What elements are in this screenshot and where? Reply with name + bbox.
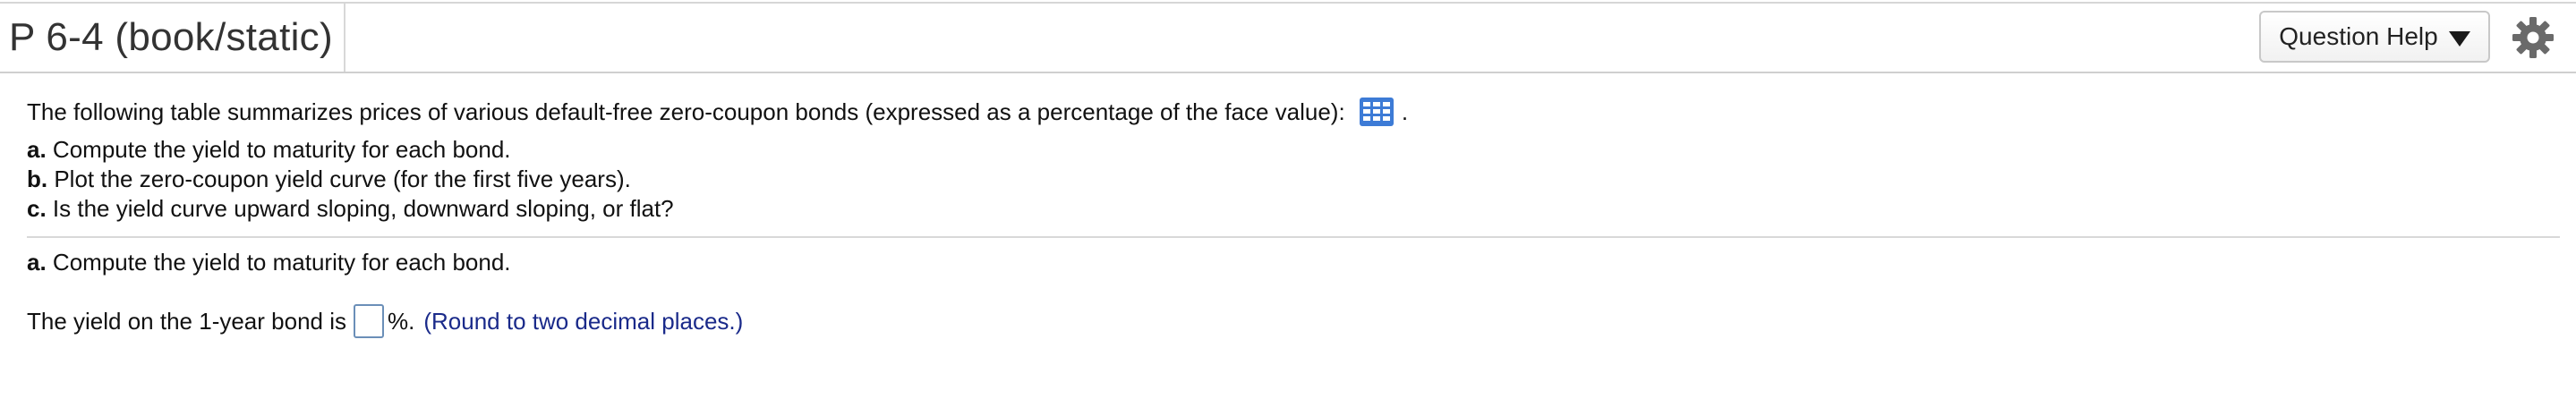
part-letter: a. [27,249,47,276]
part-text: Compute the yield to maturity for each b… [52,249,511,276]
yield-prompt-text: The yield on the 1-year bond is [27,307,346,335]
header-bar: P 6-4 (book/static) Question Help [0,4,2576,73]
question-intro-text: The following table summarizes prices of… [27,98,1345,125]
part-text: Plot the zero-coupon yield curve (for th… [54,166,631,192]
question-intro: The following table summarizes prices of… [27,98,1408,129]
section-divider [27,236,2560,238]
answer-part-heading: a. Compute the yield to maturity for eac… [27,249,511,276]
chevron-down-icon [2448,30,2470,47]
part-letter: b. [27,166,48,192]
question-help-label: Question Help [2279,22,2438,50]
question-help-button[interactable]: Question Help [2259,11,2490,63]
percent-suffix: %. [388,307,415,335]
question-part-a: a. Compute the yield to maturity for eac… [27,136,511,164]
page-title: P 6-4 (book/static) [9,15,333,59]
question-part-b: b. Plot the zero-coupon yield curve (for… [27,166,631,193]
yield-prompt: The yield on the 1-year bond is %. (Roun… [27,304,743,338]
rounding-hint: (Round to two decimal places.) [423,307,744,335]
part-text: Compute the yield to maturity for each b… [52,136,511,163]
part-letter: c. [27,195,47,222]
title-box: P 6-4 (book/static) [0,4,345,72]
question-part-c: c. Is the yield curve upward sloping, do… [27,195,674,223]
gear-icon[interactable] [2512,16,2555,59]
part-text: Is the yield curve upward sloping, downw… [52,195,674,222]
part-letter: a. [27,136,47,163]
yield-answer-input[interactable] [354,304,384,338]
table-icon[interactable] [1359,97,1395,127]
question-intro-tail: . [1401,98,1409,125]
